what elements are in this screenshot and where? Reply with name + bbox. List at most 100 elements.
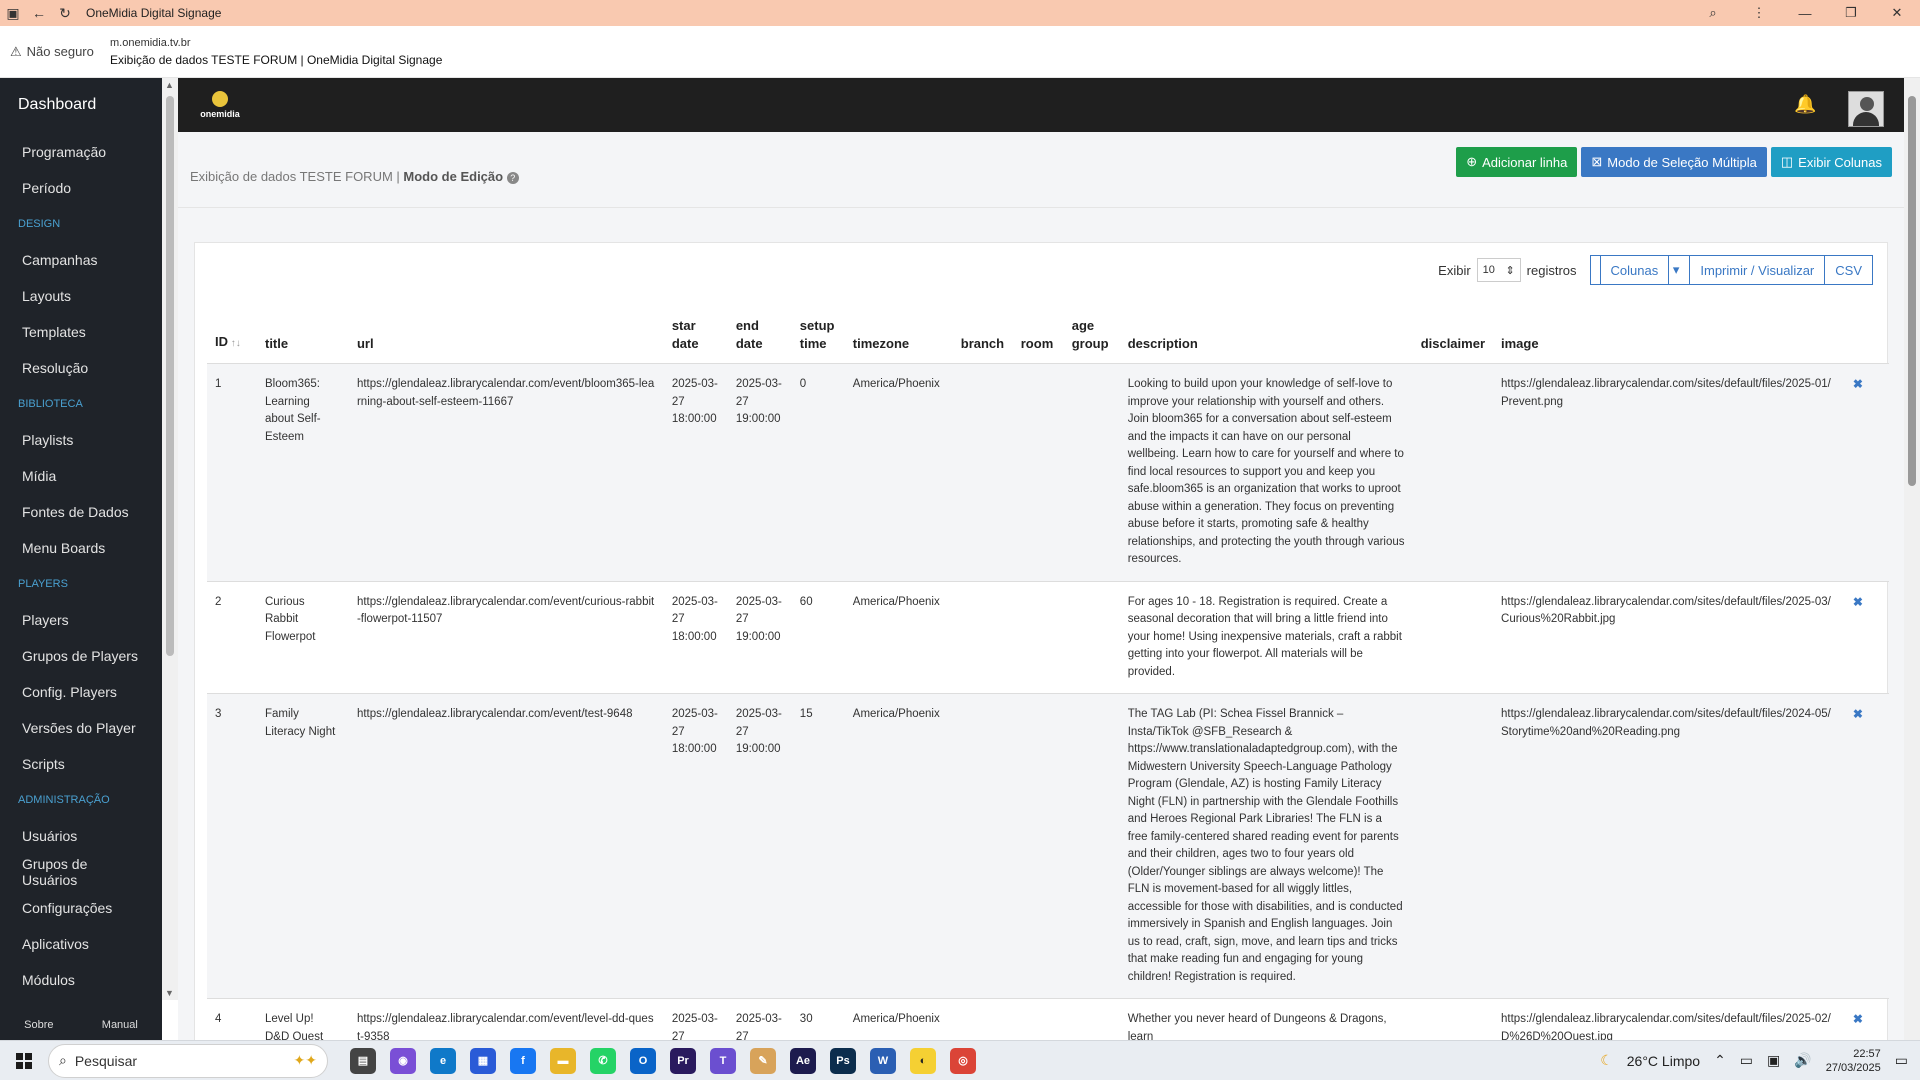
cell-branch[interactable]: [952, 363, 1013, 582]
cell-timezone[interactable]: America/Phoenix: [844, 363, 953, 582]
onemidia-app-icon[interactable]: ◐: [910, 1047, 936, 1074]
scroll-up-icon[interactable]: ▲: [165, 80, 174, 90]
teams-icon[interactable]: T: [710, 1047, 736, 1074]
column-header[interactable]: setup time: [791, 305, 845, 364]
after-effects-icon[interactable]: Ae: [790, 1047, 816, 1074]
sidebar-item-fontes-de-dados[interactable]: Fontes de Dados: [0, 494, 162, 530]
cell-room[interactable]: [1012, 693, 1064, 999]
csv-button[interactable]: CSV: [1824, 255, 1873, 285]
column-header[interactable]: ID ↑↓: [207, 305, 257, 364]
cell-description[interactable]: The TAG Lab (PI: Schea Fissel Brannick –…: [1119, 693, 1413, 999]
sidebar-item-programa-o[interactable]: Programação: [0, 134, 162, 170]
facebook-icon[interactable]: f: [510, 1047, 536, 1074]
about-link[interactable]: Sobre: [24, 1019, 53, 1031]
battery-icon[interactable]: ▭: [1740, 1052, 1753, 1069]
column-header[interactable]: branch: [952, 305, 1013, 364]
cell-title[interactable]: Curious Rabbit Flowerpot: [256, 581, 349, 694]
close-button[interactable]: ✕: [1874, 0, 1920, 26]
onemidia-logo[interactable]: onemidia: [198, 88, 242, 122]
table-row[interactable]: 4 Level Up! D&D Quest https://glendaleaz.l…: [207, 998, 1889, 1040]
cell-id[interactable]: 4: [207, 998, 257, 1040]
column-header[interactable]: description: [1119, 305, 1413, 364]
sidebar-item-players[interactable]: Players: [0, 602, 162, 638]
cell-age[interactable]: [1063, 693, 1120, 999]
table-row[interactable]: 3 Family Literacy Night https://glendaleaz…: [207, 693, 1889, 999]
cell-title[interactable]: Family Literacy Night: [256, 693, 349, 999]
column-header[interactable]: age group: [1063, 305, 1120, 364]
url-text[interactable]: m.onemidia.tv.br: [110, 37, 442, 49]
network-icon[interactable]: ▣: [1767, 1052, 1780, 1069]
cell-description[interactable]: For ages 10 - 18. Registration is requir…: [1119, 581, 1413, 694]
cell-room[interactable]: [1012, 581, 1064, 694]
premiere-icon[interactable]: Pr: [670, 1047, 696, 1074]
app-menu-icon[interactable]: ▣: [0, 0, 26, 26]
sidebar-item-per-odo[interactable]: Período: [0, 170, 162, 206]
cell-id[interactable]: 2: [207, 581, 257, 694]
cell-start[interactable]: 2025-03-27 18:00:00: [663, 581, 728, 694]
help-icon[interactable]: ?: [506, 171, 519, 184]
column-header[interactable]: title: [256, 305, 349, 364]
notifications-icon[interactable]: ▭: [1895, 1052, 1908, 1069]
multi-select-button[interactable]: ⊠ Modo de Seleção Múltipla: [1581, 147, 1767, 177]
delete-row-icon[interactable]: ✖: [1853, 707, 1863, 721]
sidebar-item-scripts[interactable]: Scripts: [0, 746, 162, 782]
cell-description[interactable]: Looking to build upon your knowledge of …: [1119, 363, 1413, 582]
taskbar-search[interactable]: ⌕ Pesquisar ✦✦: [48, 1043, 328, 1078]
cell-url[interactable]: https://glendaleaz.librarycalendar.com/e…: [348, 581, 664, 694]
cell-url[interactable]: https://glendaleaz.librarycalendar.com/e…: [348, 363, 664, 582]
add-row-button[interactable]: ⊕ Adicionar linha: [1456, 147, 1578, 177]
edge-icon[interactable]: e: [430, 1047, 456, 1074]
cell-timezone[interactable]: America/Phoenix: [844, 998, 953, 1040]
cell-image[interactable]: https://glendaleaz.librarycalendar.com/s…: [1493, 998, 1845, 1040]
more-menu-icon[interactable]: ⋮: [1736, 0, 1782, 26]
sidebar-item-m-dia[interactable]: Mídia: [0, 458, 162, 494]
cell-id[interactable]: 3: [207, 693, 257, 999]
cell-url[interactable]: https://glendaleaz.librarycalendar.com/e…: [348, 693, 664, 999]
table-row[interactable]: 1 Bloom365: Learning about Self-Esteem htt…: [207, 363, 1889, 582]
page-scrollbar[interactable]: [1904, 78, 1920, 1040]
task-view-icon[interactable]: ▤: [350, 1047, 376, 1074]
cell-setup[interactable]: 30: [791, 998, 845, 1040]
sidebar-item-playlists[interactable]: Playlists: [0, 422, 162, 458]
cell-age[interactable]: [1063, 363, 1120, 582]
cell-image[interactable]: https://glendaleaz.librarycalendar.com/s…: [1493, 581, 1845, 694]
cell-setup[interactable]: 0: [791, 363, 845, 582]
column-header[interactable]: end date: [727, 305, 792, 364]
cell-disclaimer[interactable]: [1412, 581, 1494, 694]
cell-end[interactable]: 2025-03-27 19:00:00: [727, 363, 792, 582]
sidebar-item-m-dulos[interactable]: Módulos: [0, 962, 162, 998]
cell-timezone[interactable]: America/Phoenix: [844, 581, 953, 694]
sidebar-item-vers-es-do-player[interactable]: Versões do Player: [0, 710, 162, 746]
sidebar-item-grupos-de-players[interactable]: Grupos de Players: [0, 638, 162, 674]
sidebar-item-campanhas[interactable]: Campanhas: [0, 242, 162, 278]
sidebar-brand[interactable]: Dashboard: [0, 78, 162, 134]
cell-start[interactable]: 2025-03-27 18:00:00: [663, 693, 728, 999]
show-columns-button[interactable]: ◫ Exibir Colunas: [1770, 147, 1892, 177]
column-header[interactable]: room: [1012, 305, 1064, 364]
maximize-button[interactable]: ❐: [1828, 0, 1874, 26]
manual-link[interactable]: Manual: [102, 1019, 138, 1031]
cell-branch[interactable]: [952, 693, 1013, 999]
cell-end[interactable]: 2025-03-27 19:00:00: [727, 581, 792, 694]
delete-row-icon[interactable]: ✖: [1853, 595, 1863, 609]
sidebar-item-templates[interactable]: Templates: [0, 314, 162, 350]
scroll-down-icon[interactable]: ▼: [165, 988, 174, 998]
cell-image[interactable]: https://glendaleaz.librarycalendar.com/s…: [1493, 363, 1845, 582]
cell-branch[interactable]: [952, 998, 1013, 1040]
chevron-up-icon[interactable]: ⌃: [1714, 1052, 1726, 1069]
column-header[interactable]: timezone: [844, 305, 953, 364]
avatar[interactable]: [1848, 91, 1884, 127]
column-header[interactable]: image: [1493, 305, 1845, 364]
cell-room[interactable]: [1012, 998, 1064, 1040]
delete-row-icon[interactable]: ✖: [1853, 377, 1863, 391]
cell-end[interactable]: 2025-03-27 19:00:00: [727, 998, 792, 1040]
column-header[interactable]: url: [348, 305, 664, 364]
cell-id[interactable]: 1: [207, 363, 257, 582]
cell-image[interactable]: https://glendaleaz.librarycalendar.com/s…: [1493, 693, 1845, 999]
sidebar-item-aplicativos[interactable]: Aplicativos: [0, 926, 162, 962]
column-header[interactable]: disclaimer: [1412, 305, 1494, 364]
cell-age[interactable]: [1063, 998, 1120, 1040]
sidebar-scrollbar[interactable]: ▲ ▼: [162, 78, 178, 1000]
column-header[interactable]: star date: [663, 305, 728, 364]
weather-text[interactable]: 26°C Limpo: [1627, 1053, 1700, 1069]
